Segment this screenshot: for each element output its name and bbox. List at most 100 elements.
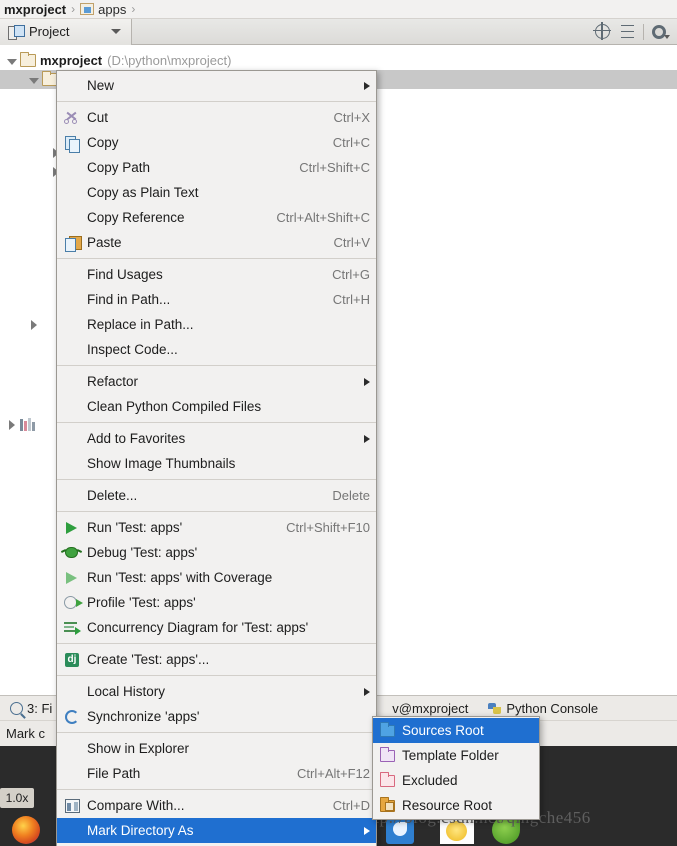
concurrency-glyph bbox=[64, 621, 81, 635]
breadcrumb: mxproject › apps › bbox=[0, 0, 677, 19]
menu-item-label: File Path bbox=[87, 766, 141, 781]
menu-item-copy-reference[interactable]: Copy Reference Ctrl+Alt+Shift+C bbox=[57, 205, 376, 230]
folder-pink-icon bbox=[378, 771, 398, 789]
folder-glyph bbox=[379, 771, 395, 787]
submenu-arrow-icon bbox=[364, 434, 370, 443]
chevron-down-icon[interactable] bbox=[111, 29, 121, 34]
folder-purple-icon bbox=[378, 746, 398, 764]
menu-item-label: Concurrency Diagram for 'Test: apps' bbox=[87, 620, 309, 635]
status-python-console[interactable]: Python Console bbox=[478, 701, 608, 716]
tab-project[interactable]: Project bbox=[0, 18, 132, 45]
menu-item-label: Copy Path bbox=[87, 160, 151, 175]
menu-item-icon-slot bbox=[61, 822, 83, 840]
tree-expander-icon[interactable] bbox=[6, 419, 18, 431]
tree-expander-icon[interactable] bbox=[28, 319, 40, 331]
menu-separator bbox=[57, 479, 376, 480]
menu-item-copy[interactable]: Copy Ctrl+C bbox=[57, 130, 376, 155]
menu-item-replace-in-path[interactable]: Replace in Path... bbox=[57, 312, 376, 337]
menu-item-cut[interactable]: Cut Ctrl+X bbox=[57, 105, 376, 130]
menu-item-run-test-apps-with-coverage[interactable]: Run 'Test: apps' with Coverage bbox=[57, 565, 376, 590]
menu-separator bbox=[57, 643, 376, 644]
status-vcs[interactable]: v@mxproject bbox=[382, 701, 478, 716]
folder-glyph bbox=[379, 796, 395, 812]
menu-item-mark-directory-as[interactable]: Mark Directory As bbox=[57, 818, 376, 843]
tree-expander-icon[interactable] bbox=[28, 74, 40, 86]
mark-directory-as-submenu[interactable]: Sources Root Template Folder Excluded Resou… bbox=[372, 716, 540, 820]
menu-item-shortcut: Ctrl+G bbox=[332, 267, 370, 282]
menu-item-icon-slot bbox=[61, 316, 83, 334]
menu-item-label: Run 'Test: apps' bbox=[87, 520, 183, 535]
menu-separator bbox=[57, 675, 376, 676]
python-icon bbox=[488, 702, 502, 715]
status-find-tab[interactable]: 3: Fi bbox=[0, 701, 62, 716]
menu-item-label: Show Image Thumbnails bbox=[87, 456, 236, 471]
menu-item-synchronize-apps[interactable]: Synchronize 'apps' bbox=[57, 704, 376, 729]
sync-glyph bbox=[65, 709, 79, 724]
gear-chevron-icon bbox=[664, 34, 670, 39]
folder-orange-icon bbox=[378, 796, 398, 814]
submenu-item-resource-root[interactable]: Resource Root bbox=[373, 793, 539, 818]
submenu-arrow-icon bbox=[364, 377, 370, 386]
firefox-icon[interactable] bbox=[12, 816, 40, 844]
submenu-item-label: Resource Root bbox=[402, 798, 493, 813]
menu-item-icon-slot bbox=[61, 487, 83, 505]
status-find-label: 3: Fi bbox=[27, 700, 53, 716]
menu-item-create-test-apps[interactable]: dj Create 'Test: apps'... bbox=[57, 647, 376, 672]
menu-item-label: Debug 'Test: apps' bbox=[87, 545, 198, 560]
status-vcs-label: v@mxproject bbox=[392, 700, 469, 716]
profile-icon bbox=[61, 594, 83, 612]
menu-item-label: Refactor bbox=[87, 374, 139, 389]
menu-item-run-test-apps[interactable]: Run 'Test: apps' Ctrl+Shift+F10 bbox=[57, 515, 376, 540]
scroll-from-source-icon[interactable] bbox=[592, 21, 614, 43]
submenu-arrow-icon bbox=[364, 687, 370, 696]
breadcrumb-project[interactable]: mxproject bbox=[4, 2, 66, 17]
menu-item-find-in-path[interactable]: Find in Path... Ctrl+H bbox=[57, 287, 376, 312]
submenu-item-sources-root[interactable]: Sources Root bbox=[373, 718, 539, 743]
menu-item-icon-slot bbox=[61, 455, 83, 473]
menu-separator bbox=[57, 101, 376, 102]
folder-glyph bbox=[379, 721, 395, 737]
menu-item-label: Show in Explorer bbox=[87, 741, 190, 756]
menu-item-show-image-thumbnails[interactable]: Show Image Thumbnails bbox=[57, 451, 376, 476]
menu-item-paste[interactable]: Paste Ctrl+V bbox=[57, 230, 376, 255]
menu-item-file-path[interactable]: File Path Ctrl+Alt+F12 bbox=[57, 761, 376, 786]
menu-item-inspect-code[interactable]: Inspect Code... bbox=[57, 337, 376, 362]
menu-item-debug-test-apps[interactable]: Debug 'Test: apps' bbox=[57, 540, 376, 565]
menu-item-label: Copy as Plain Text bbox=[87, 185, 199, 200]
toolwindow-header: Project bbox=[0, 18, 677, 45]
menu-item-icon-slot bbox=[61, 341, 83, 359]
breadcrumb-separator-2: › bbox=[131, 2, 136, 16]
menu-item-shortcut: Ctrl+C bbox=[332, 135, 370, 150]
menu-item-clean-python-compiled-files[interactable]: Clean Python Compiled Files bbox=[57, 394, 376, 419]
menu-item-show-in-explorer[interactable]: Show in Explorer bbox=[57, 736, 376, 761]
submenu-item-label: Excluded bbox=[402, 773, 458, 788]
menu-item-add-to-favorites[interactable]: Add to Favorites bbox=[57, 426, 376, 451]
menu-item-local-history[interactable]: Local History bbox=[57, 679, 376, 704]
menu-item-concurrency-diagram-for-test-apps[interactable]: Concurrency Diagram for 'Test: apps' bbox=[57, 615, 376, 640]
cut-glyph bbox=[64, 111, 79, 125]
collapse-all-icon[interactable] bbox=[616, 21, 638, 43]
tree-expander-icon[interactable] bbox=[6, 55, 18, 67]
menu-item-refactor[interactable]: Refactor bbox=[57, 369, 376, 394]
settings-gear-icon[interactable] bbox=[649, 21, 671, 43]
menu-item-label: Clean Python Compiled Files bbox=[87, 399, 262, 414]
menu-item-label: Create 'Test: apps'... bbox=[87, 652, 210, 667]
menu-item-new[interactable]: New bbox=[57, 73, 376, 98]
menu-item-find-usages[interactable]: Find Usages Ctrl+G bbox=[57, 262, 376, 287]
breadcrumb-item-apps[interactable]: apps bbox=[80, 2, 126, 17]
context-menu[interactable]: New Cut Ctrl+X Copy Ctrl+C Copy Path Ctrl+Shif… bbox=[56, 70, 377, 846]
menu-item-label: Delete... bbox=[87, 488, 138, 503]
menu-item-delete[interactable]: Delete... Delete bbox=[57, 483, 376, 508]
menu-item-compare-with[interactable]: Compare With... Ctrl+D bbox=[57, 793, 376, 818]
menu-item-profile-test-apps[interactable]: Profile 'Test: apps' bbox=[57, 590, 376, 615]
toolwindow-actions bbox=[592, 21, 677, 43]
menu-item-copy-path[interactable]: Copy Path Ctrl+Shift+C bbox=[57, 155, 376, 180]
submenu-item-template-folder[interactable]: Template Folder bbox=[373, 743, 539, 768]
submenu-arrow-icon bbox=[364, 826, 370, 835]
toolbar-divider bbox=[643, 23, 644, 40]
submenu-item-excluded[interactable]: Excluded bbox=[373, 768, 539, 793]
tree-row-root[interactable]: mxproject (D:\python\mxproject) bbox=[0, 51, 677, 70]
menu-item-label: Local History bbox=[87, 684, 166, 699]
menu-item-copy-as-plain-text[interactable]: Copy as Plain Text bbox=[57, 180, 376, 205]
menu-item-shortcut: Delete bbox=[332, 488, 370, 503]
